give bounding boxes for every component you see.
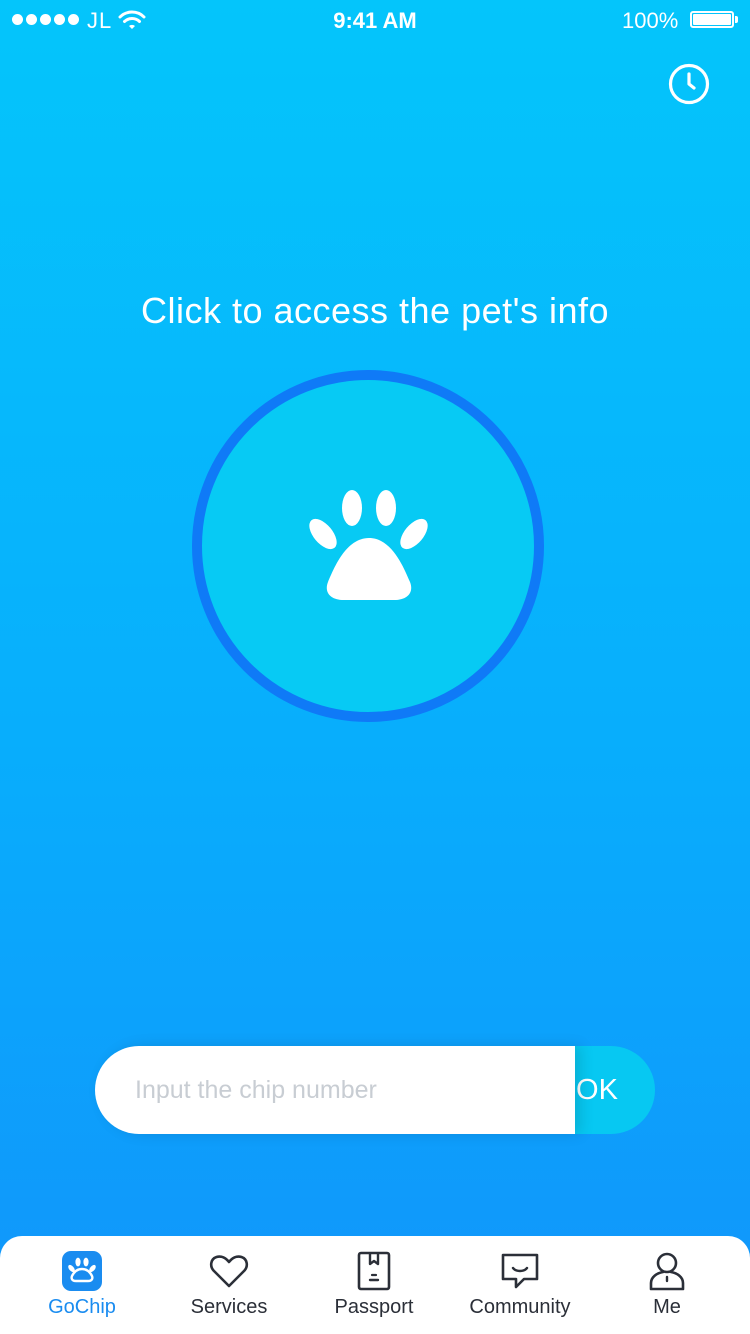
tab-label: Community bbox=[469, 1296, 571, 1318]
status-bar: JL 9:41 AM 100% bbox=[0, 0, 750, 40]
battery-tip bbox=[735, 16, 738, 23]
tab-label: GoChip bbox=[48, 1296, 116, 1318]
tab-label: Services bbox=[190, 1296, 268, 1318]
tab-services[interactable]: Services bbox=[154, 1236, 304, 1334]
tab-bar: GoChip Services Passport Community Me bbox=[0, 1236, 750, 1334]
scan-prompt: Click to access the pet's info bbox=[140, 290, 610, 331]
passport-icon bbox=[357, 1251, 391, 1291]
battery-percentage: 100% bbox=[622, 8, 679, 33]
gochip-screen: JL 9:41 AM 100% Click to access the pet'… bbox=[0, 0, 750, 1334]
chat-bubble-icon bbox=[501, 1253, 539, 1289]
history-button[interactable] bbox=[666, 61, 712, 107]
paw-icon bbox=[62, 1251, 102, 1291]
clock-icon bbox=[668, 63, 710, 105]
heart-icon bbox=[209, 1255, 249, 1288]
chip-number-form: OK bbox=[95, 1046, 655, 1134]
tab-community[interactable]: Community bbox=[445, 1236, 595, 1334]
chip-number-input[interactable] bbox=[95, 1046, 575, 1134]
tab-me[interactable]: Me bbox=[592, 1236, 742, 1334]
battery-icon bbox=[690, 11, 734, 28]
paw-icon bbox=[309, 490, 428, 600]
tab-label: Me bbox=[653, 1296, 681, 1318]
tab-label: Passport bbox=[334, 1296, 414, 1318]
tab-passport[interactable]: Passport bbox=[299, 1236, 449, 1334]
person-icon bbox=[649, 1252, 685, 1291]
tab-gochip[interactable]: GoChip bbox=[7, 1236, 157, 1334]
